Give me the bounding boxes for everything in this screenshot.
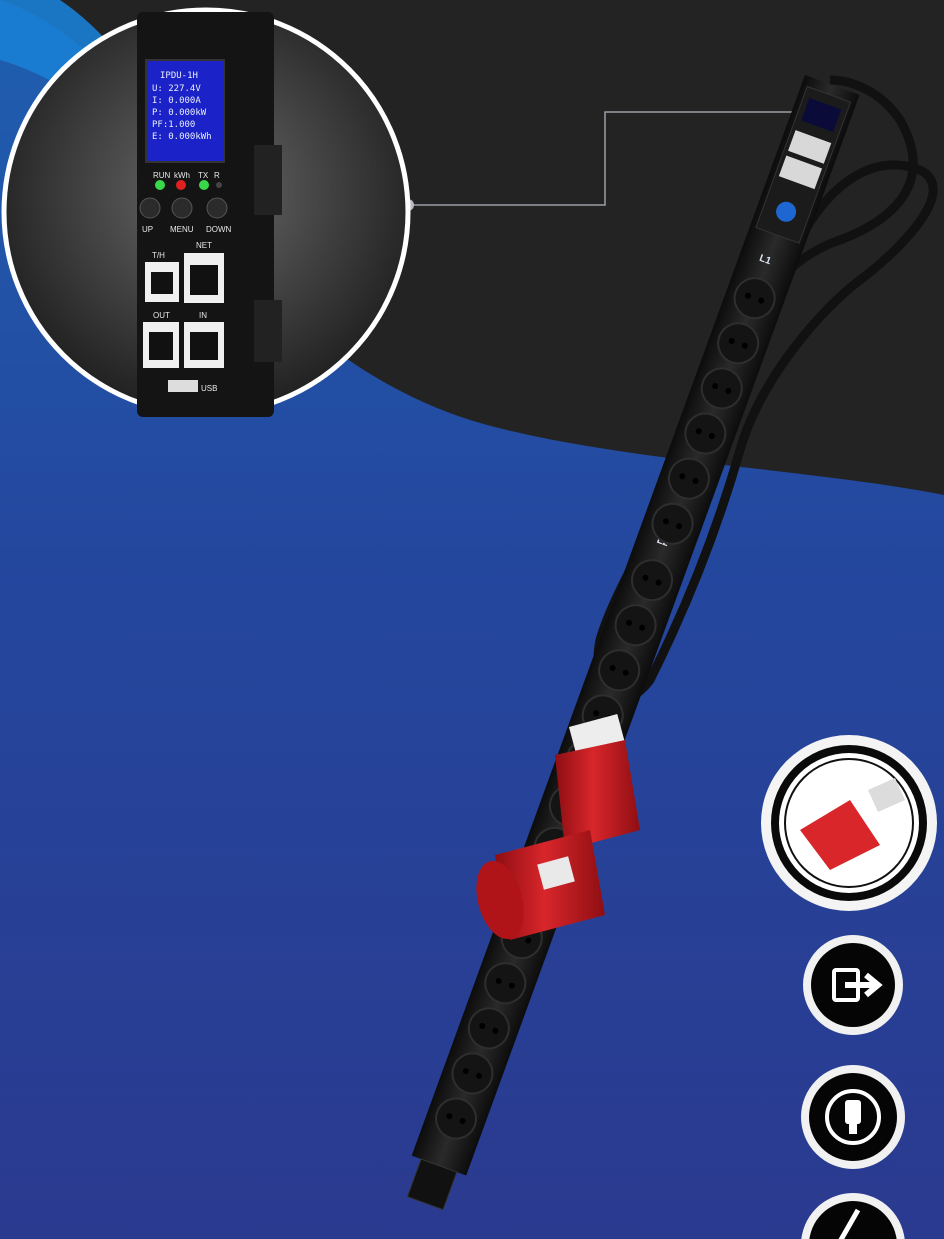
- button-label-menu: MENU: [170, 225, 194, 234]
- led-label-r: R: [214, 171, 220, 180]
- led-r: [216, 182, 222, 188]
- lcd-line-5: PF:1.000: [152, 120, 195, 130]
- led-label-tx: TX: [198, 171, 209, 180]
- lcd-line-3: I: 0.000A: [152, 96, 201, 106]
- button-label-up: UP: [142, 225, 153, 234]
- port-label-net: NET: [196, 241, 212, 250]
- output-arrow-icon: [803, 935, 903, 1035]
- port-label-th: T/H: [152, 251, 165, 260]
- led-label-kwh: kWh: [174, 171, 190, 180]
- button-label-down: DOWN: [206, 225, 232, 234]
- port-label-in: IN: [199, 311, 207, 320]
- port-usb: [168, 380, 198, 392]
- lcd-line-1: IPDU-1H: [160, 71, 198, 81]
- lcd-line-6: E: 0.000kWh: [152, 132, 212, 142]
- led-label-run: RUN: [153, 171, 171, 180]
- button-down: [206, 197, 228, 219]
- detail-magnifier: IPDU-1H U: 227.4V I: 0.000A P: 0.000kW P…: [1, 7, 411, 417]
- power-plug-icon: [801, 1065, 905, 1169]
- lcd-line-2: U: 227.4V: [152, 84, 201, 94]
- cee-plug-icon: [761, 735, 937, 911]
- lcd-line-4: P: 0.000kW: [152, 108, 207, 118]
- product-scene: IPDU-1H U: 227.4V I: 0.000A P: 0.000kW P…: [0, 0, 944, 1239]
- led-tx: [199, 180, 209, 190]
- led-run: [155, 180, 165, 190]
- port-label-out: OUT: [153, 311, 170, 320]
- lightning-icon: [801, 1193, 905, 1239]
- port-label-usb: USB: [201, 384, 217, 393]
- led-kwh: [176, 180, 186, 190]
- button-menu: [171, 197, 193, 219]
- button-up: [139, 197, 161, 219]
